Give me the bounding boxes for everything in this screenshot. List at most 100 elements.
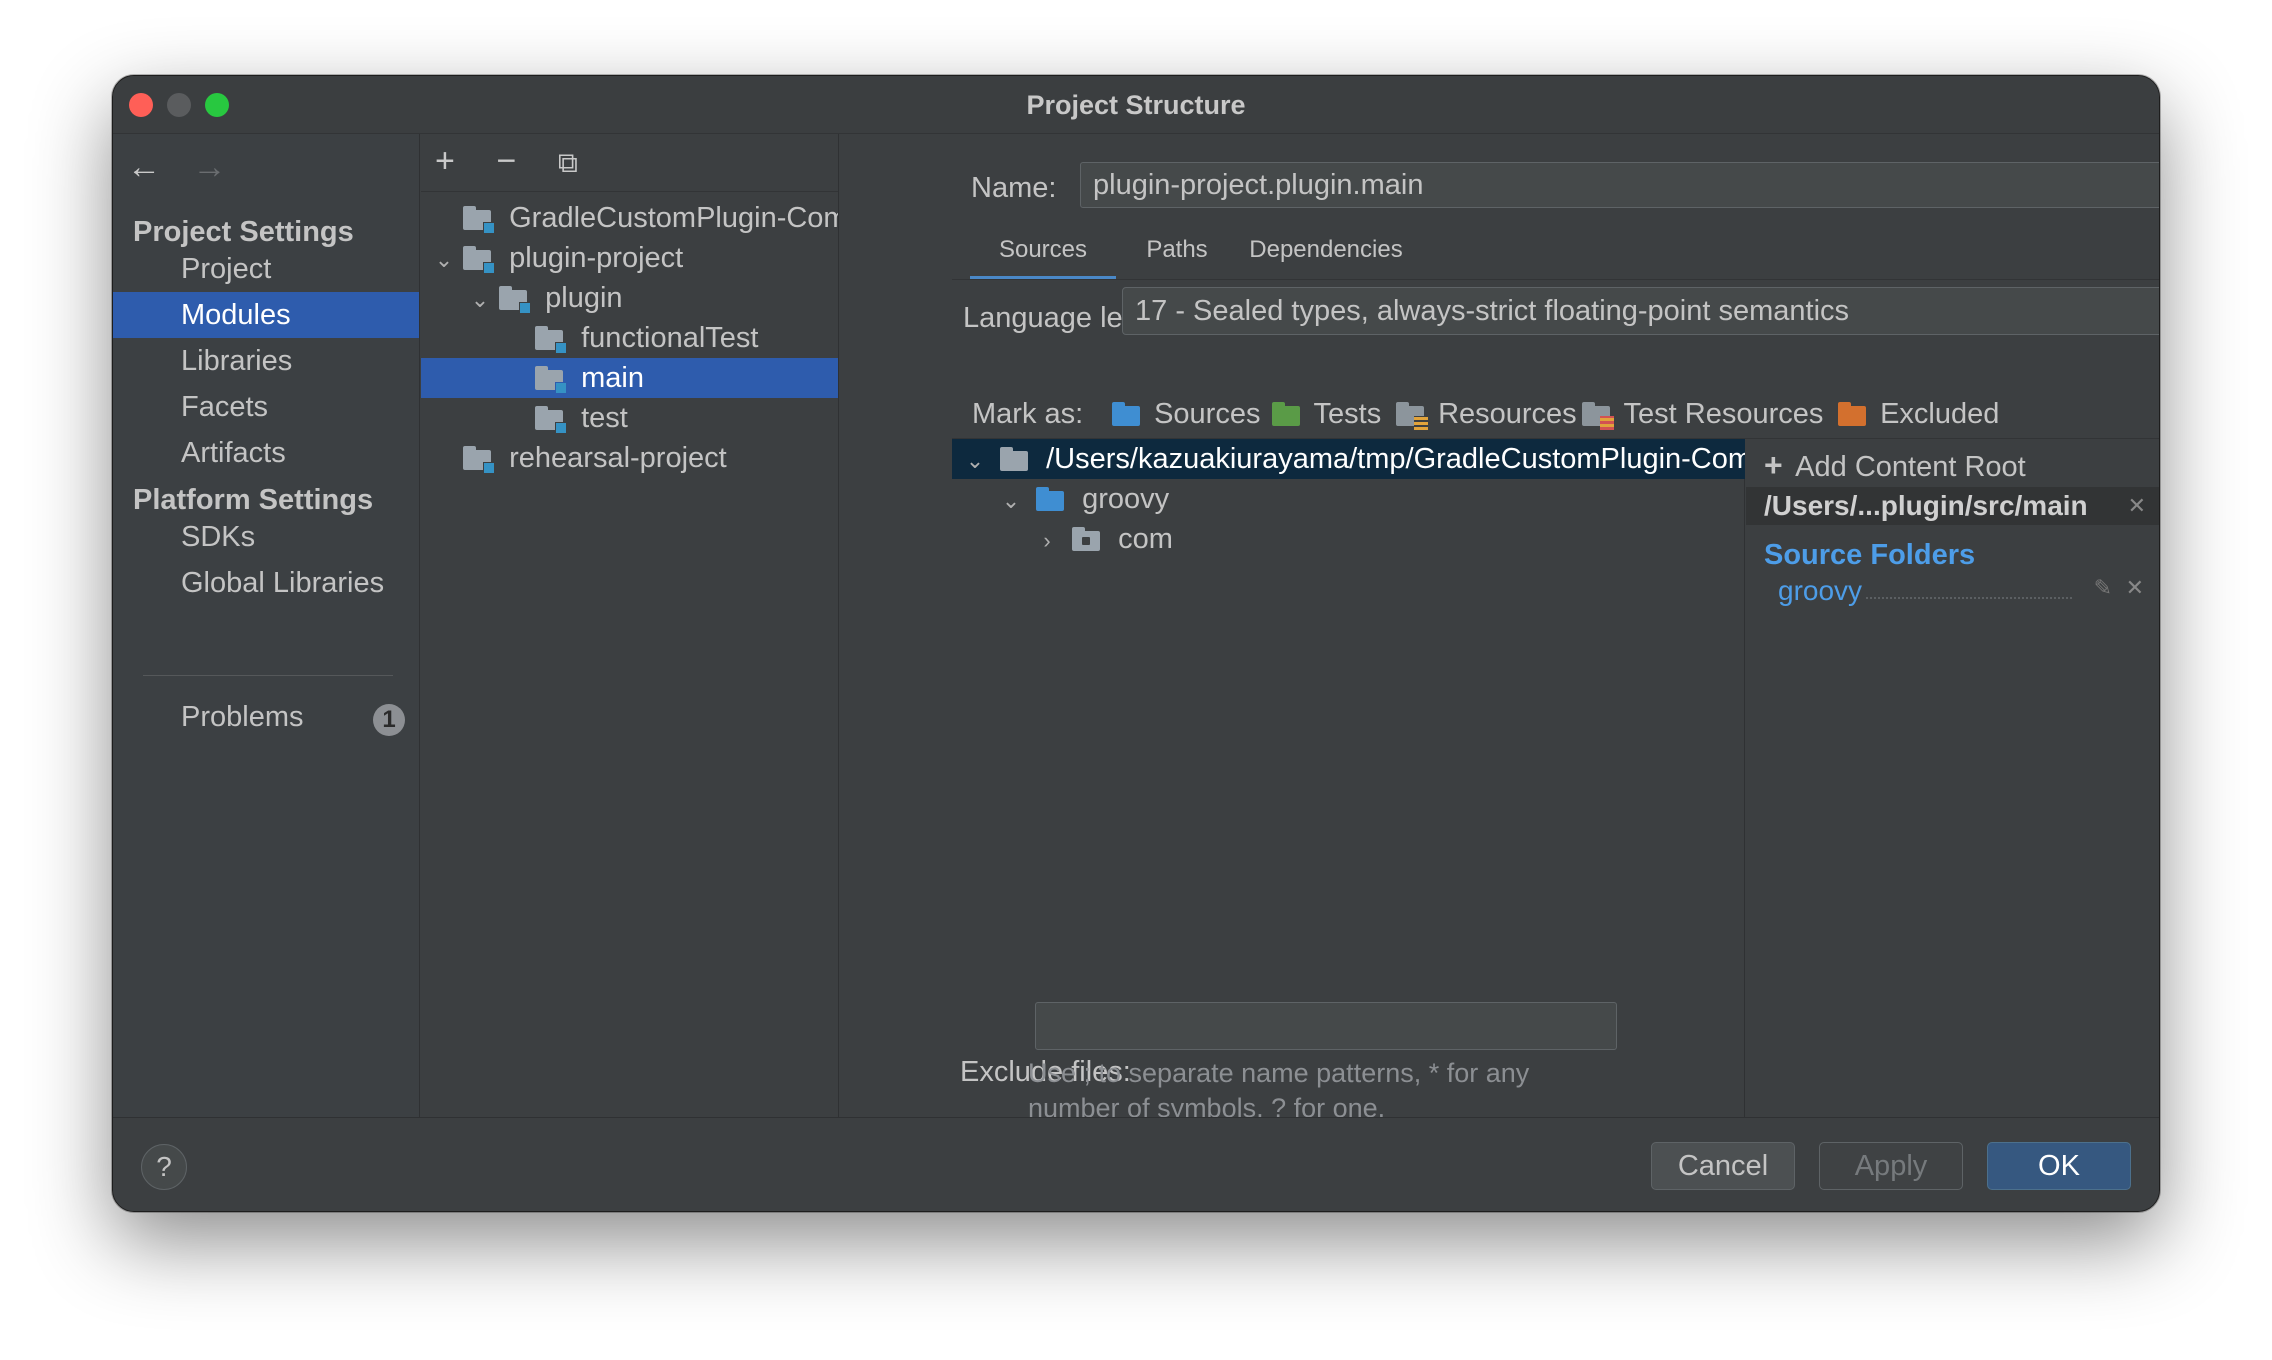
mark-excluded-label: Excluded bbox=[1880, 398, 2000, 430]
leader-dots bbox=[1866, 597, 2072, 599]
resources-folder-icon bbox=[1396, 402, 1428, 430]
source-folder-name: groovy bbox=[1778, 575, 1863, 606]
content-roots-panel: + Add Content Root /Users/...plugin/src/… bbox=[1746, 439, 2159, 1117]
test-resources-folder-icon bbox=[1582, 402, 1614, 430]
exclude-files-hint: Use ; to separate name patterns, * for a… bbox=[1028, 1056, 1608, 1126]
tree-row-label: rehearsal-project bbox=[509, 442, 727, 474]
title-bar: Project Structure bbox=[113, 76, 2159, 134]
modules-toolbar: + − ⧉ bbox=[435, 142, 610, 186]
tree-row-main[interactable]: main bbox=[421, 358, 838, 398]
tree-row-label: plugin bbox=[545, 282, 623, 314]
nav-item-artifacts[interactable]: Artifacts bbox=[113, 430, 419, 476]
toolbar-divider bbox=[421, 191, 838, 192]
mark-as-label: Mark as: bbox=[972, 398, 1084, 430]
module-folder-icon bbox=[463, 446, 496, 474]
tree-row-label: test bbox=[581, 402, 628, 434]
add-content-root-label: Add Content Root bbox=[1795, 451, 2026, 483]
dialog-button-bar: ? Cancel Apply OK bbox=[113, 1117, 2159, 1211]
module-folder-icon bbox=[535, 326, 568, 354]
help-button[interactable]: ? bbox=[141, 1144, 187, 1190]
remove-content-root-icon[interactable]: ✕ bbox=[2128, 487, 2146, 525]
tabs-divider bbox=[952, 279, 2159, 280]
ok-button[interactable]: OK bbox=[1987, 1142, 2131, 1190]
settings-nav: ← → Project Settings Project Modules Lib… bbox=[113, 134, 420, 1117]
tests-folder-icon bbox=[1272, 402, 1302, 426]
tree-row-test[interactable]: test bbox=[421, 398, 838, 438]
content-root-path: /Users/kazuakiurayama/tmp/GradleCustomPl… bbox=[1046, 443, 1745, 475]
nav-item-problems[interactable]: Problems 1 bbox=[113, 694, 419, 740]
copy-module-icon[interactable]: ⧉ bbox=[558, 147, 610, 180]
tree-row-label: plugin-project bbox=[509, 242, 684, 274]
sources-folder-icon bbox=[1112, 402, 1142, 426]
language-level-value: 17 - Sealed types, always-strict floatin… bbox=[1135, 295, 1850, 327]
forward-arrow-icon[interactable]: → bbox=[192, 148, 226, 187]
mark-excluded-button[interactable]: Excluded bbox=[1838, 398, 1999, 431]
module-folder-icon bbox=[499, 286, 532, 314]
source-folders-title: Source Folders bbox=[1764, 539, 1976, 571]
close-icon[interactable]: ✕ bbox=[2126, 575, 2144, 601]
window-title: Project Structure bbox=[1026, 90, 1246, 120]
nav-item-facets[interactable]: Facets bbox=[113, 384, 419, 430]
nav-item-sdks[interactable]: SDKs bbox=[113, 514, 419, 560]
pencil-icon[interactable]: ✎ bbox=[2094, 575, 2112, 601]
project-structure-dialog: Project Structure ← → Project Settings P… bbox=[112, 75, 2160, 1212]
add-module-icon[interactable]: + bbox=[435, 142, 487, 181]
module-settings: Name: plugin-project.plugin.main Sources… bbox=[840, 134, 2159, 1117]
module-name-input[interactable]: plugin-project.plugin.main bbox=[1080, 162, 2159, 208]
nav-item-project[interactable]: Project bbox=[113, 246, 419, 292]
chevron-down-icon[interactable]: ⌄ bbox=[469, 280, 491, 320]
plus-icon: + bbox=[1764, 447, 1783, 483]
cancel-button[interactable]: Cancel bbox=[1651, 1142, 1795, 1190]
tree-row-rehearsal-project[interactable]: rehearsal-project bbox=[421, 438, 838, 478]
chevron-right-icon[interactable]: › bbox=[1036, 521, 1058, 559]
module-folder-icon bbox=[535, 366, 568, 394]
language-level-select[interactable]: 17 - Sealed types, always-strict floatin… bbox=[1122, 287, 2159, 335]
content-root-row[interactable]: ⌄ /Users/kazuakiurayama/tmp/GradleCustom… bbox=[952, 439, 1745, 479]
content-root-header: /Users/...plugin/src/main ✕ bbox=[1746, 487, 2159, 525]
nav-arrows: ← → bbox=[127, 148, 248, 187]
tree-row-functionaltest[interactable]: functionalTest bbox=[421, 318, 838, 358]
module-folder-icon bbox=[463, 206, 496, 234]
tree-row-plugin-project[interactable]: ⌄ plugin-project bbox=[421, 238, 838, 280]
chevron-down-icon[interactable]: ⌄ bbox=[964, 441, 986, 479]
module-folder-icon bbox=[463, 246, 496, 274]
tree-row-gradlecustomplugin[interactable]: GradleCustomPlugin-Com bbox=[421, 198, 839, 238]
nav-item-libraries[interactable]: Libraries bbox=[113, 338, 419, 384]
content-root-path-label: /Users/...plugin/src/main bbox=[1764, 490, 2088, 521]
mark-tests-button[interactable]: Tests bbox=[1272, 398, 1381, 431]
tree-row-plugin[interactable]: ⌄ plugin bbox=[421, 278, 838, 320]
tree-row-groovy[interactable]: ⌄ groovy bbox=[952, 479, 1745, 519]
mark-resources-label: Resources bbox=[1438, 398, 1577, 430]
tree-row-com[interactable]: › com bbox=[952, 519, 1745, 559]
nav-item-global-libraries[interactable]: Global Libraries bbox=[113, 560, 419, 606]
platform-settings-heading: Platform Settings bbox=[133, 484, 374, 516]
tree-row-label: GradleCustomPlugin-Com bbox=[509, 202, 839, 234]
mark-tests-label: Tests bbox=[1313, 398, 1382, 430]
hint-line-1: Use ; to separate name patterns, * for a… bbox=[1028, 1058, 1530, 1088]
problems-count-badge: 1 bbox=[373, 704, 405, 736]
mark-sources-label: Sources bbox=[1154, 398, 1261, 430]
tree-row-label: groovy bbox=[1082, 483, 1170, 515]
tree-row-label: com bbox=[1118, 523, 1173, 555]
mark-test-resources-button[interactable]: Test Resources bbox=[1582, 398, 1823, 431]
add-content-root-button[interactable]: + Add Content Root bbox=[1764, 447, 2026, 484]
exclude-files-input[interactable] bbox=[1035, 1002, 1617, 1050]
chevron-down-icon[interactable]: ⌄ bbox=[433, 240, 455, 280]
tab-paths[interactable]: Paths bbox=[1132, 224, 1222, 280]
nav-item-modules[interactable]: Modules bbox=[113, 292, 419, 338]
problems-label: Problems bbox=[181, 701, 304, 733]
source-folder-item[interactable]: groovy ✎ ✕ bbox=[1778, 575, 2148, 611]
back-arrow-icon[interactable]: ← bbox=[127, 148, 161, 187]
tab-sources[interactable]: Sources bbox=[970, 224, 1116, 280]
mark-sources-button[interactable]: Sources bbox=[1112, 398, 1260, 431]
remove-module-icon[interactable]: − bbox=[496, 142, 548, 181]
tree-row-label: functionalTest bbox=[581, 322, 759, 354]
folder-icon bbox=[1000, 447, 1030, 471]
chevron-down-icon[interactable]: ⌄ bbox=[1000, 481, 1022, 519]
module-folder-icon bbox=[535, 406, 568, 434]
tab-dependencies[interactable]: Dependencies bbox=[1240, 224, 1412, 280]
package-folder-icon bbox=[1072, 527, 1102, 551]
apply-button[interactable]: Apply bbox=[1819, 1142, 1963, 1190]
mark-resources-button[interactable]: Resources bbox=[1396, 398, 1577, 431]
tree-row-label: main bbox=[581, 362, 644, 394]
